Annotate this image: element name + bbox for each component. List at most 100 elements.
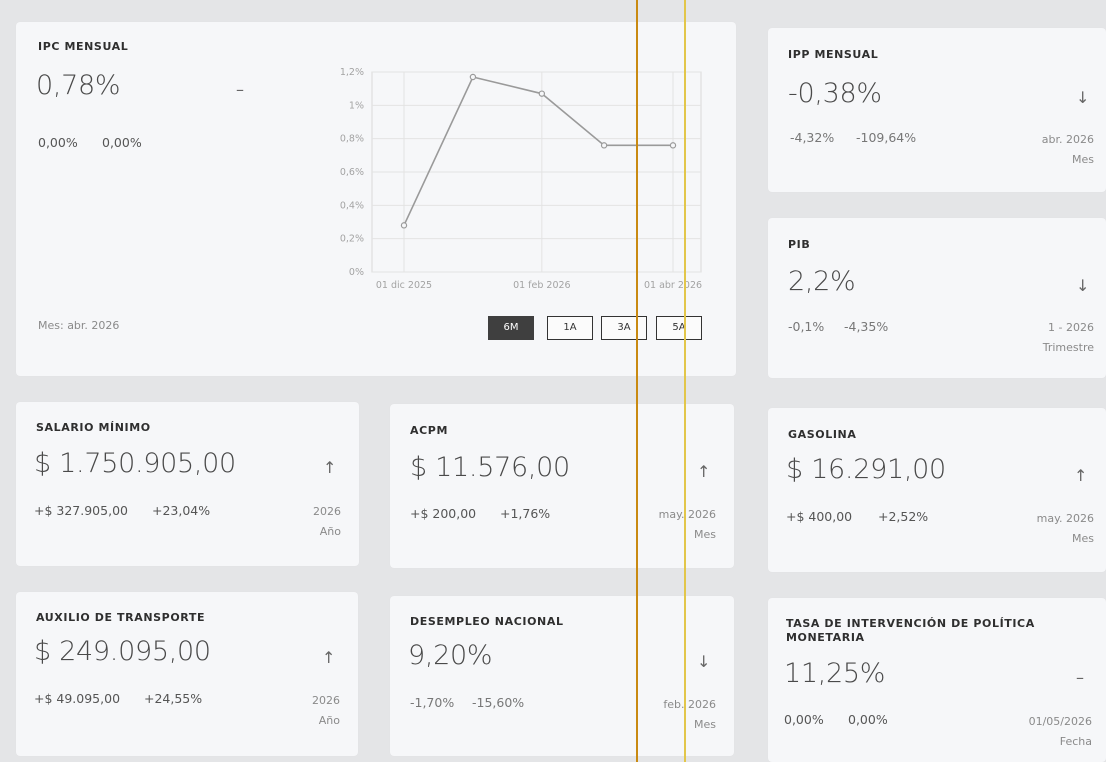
- salario-card: SALARIO MÍNIMO $ 1.750.905,00 ↑ +$ 327.9…: [16, 402, 359, 566]
- overlay-guide-line-yellow: [684, 0, 686, 762]
- chart-data-point[interactable]: [600, 142, 608, 149]
- pib-period-value: 1 - 2026: [1048, 321, 1094, 334]
- ipp-change-pct: -109,64%: [856, 130, 917, 145]
- tasa-change-abs: 0,00%: [784, 712, 824, 727]
- gasolina-period-value: may. 2026: [1036, 512, 1094, 525]
- tasa-change-pct: 0,00%: [848, 712, 888, 727]
- acpm-period: may. 2026 Mes: [659, 505, 716, 545]
- auxilio-value: $ 249.095,00: [34, 636, 211, 667]
- arrow-up-icon: ↑: [1074, 466, 1088, 485]
- pib-period-unit: Trimestre: [1042, 341, 1094, 354]
- chart-data-point[interactable]: [400, 222, 408, 229]
- ipc-period-footer: Mes: abr. 2026: [38, 319, 120, 332]
- gasolina-card: GASOLINA $ 16.291,00 ↑ +$ 400,00 +2,52% …: [768, 408, 1106, 572]
- tasa-period-value: 01/05/2026: [1028, 715, 1092, 728]
- gasolina-period-unit: Mes: [1072, 532, 1094, 545]
- ipp-value: -0,38%: [788, 78, 882, 109]
- ipp-change-abs: -4,32%: [790, 130, 835, 145]
- salario-change-abs: +$ 327.905,00: [34, 503, 128, 518]
- pib-value: 2,2%: [788, 266, 856, 297]
- arrow-up-icon: ↑: [697, 462, 711, 481]
- gasolina-change-abs: +$ 400,00: [786, 509, 853, 524]
- ipc-card: IPC MENSUAL 0,78% – 0,00% 0,00% Mes: abr…: [16, 22, 736, 376]
- desempleo-value: 9,20%: [408, 640, 493, 671]
- gasolina-period: may. 2026 Mes: [1037, 509, 1094, 549]
- ipp-period-unit: Mes: [1072, 153, 1094, 166]
- desempleo-title: DESEMPLEO NACIONAL: [410, 615, 564, 628]
- arrow-up-icon: ↑: [322, 648, 336, 667]
- desempleo-card: DESEMPLEO NACIONAL 9,20% ↓ -1,70% -15,60…: [390, 596, 734, 756]
- chart-y-tick-label: 0,8%: [340, 134, 364, 145]
- desempleo-period-unit: Mes: [694, 718, 716, 731]
- range-button-5a[interactable]: 5A: [656, 316, 702, 340]
- pib-change-abs: -0,1%: [788, 319, 825, 334]
- ipp-period-value: abr. 2026: [1041, 133, 1094, 146]
- pib-card: PIB 2,2% ↓ -0,1% -4,35% 1 - 2026 Trimest…: [768, 218, 1106, 378]
- chart-y-tick-label: 1%: [349, 100, 364, 111]
- arrow-down-icon: ↓: [1076, 88, 1090, 107]
- acpm-title: ACPM: [410, 424, 448, 437]
- chart-y-tick-label: 0,6%: [340, 167, 364, 178]
- salario-title: SALARIO MÍNIMO: [36, 421, 151, 434]
- auxilio-period-unit: Año: [318, 714, 340, 727]
- chart-y-tick-label: 0,2%: [340, 234, 364, 245]
- chart-data-point[interactable]: [469, 73, 477, 81]
- chart-x-tick-label: 01 feb 2026: [513, 280, 571, 291]
- gasolina-title: GASOLINA: [788, 428, 857, 441]
- tasa-card: TASA DE INTERVENCIÓN DE POLÍTICA MONETAR…: [768, 598, 1106, 762]
- desempleo-change-abs: -1,70%: [410, 695, 455, 710]
- auxilio-period-value: 2026: [312, 694, 340, 707]
- auxilio-period: 2026 Año: [312, 691, 340, 731]
- desempleo-period-value: feb. 2026: [663, 698, 716, 711]
- auxilio-card: AUXILIO DE TRANSPORTE $ 249.095,00 ↑ +$ …: [16, 592, 358, 756]
- ipc-change-abs: 0,00%: [38, 135, 78, 150]
- range-button-1a[interactable]: 1A: [547, 316, 593, 340]
- salario-period-value: 2026: [313, 505, 341, 518]
- chart-x-tick-label: 01 dic 2025: [376, 280, 432, 291]
- chart-y-tick-label: 0,4%: [340, 200, 364, 211]
- chart-x-tick-label: 01 abr 2026: [644, 280, 702, 291]
- gasolina-value: $ 16.291,00: [786, 454, 946, 485]
- ipp-card: IPP MENSUAL -0,38% ↓ -4,32% -109,64% abr…: [768, 28, 1106, 192]
- ipc-series-line: [403, 76, 673, 226]
- ipc-title: IPC MENSUAL: [38, 40, 129, 53]
- pib-period: 1 - 2026 Trimestre: [1043, 318, 1094, 358]
- ipc-trend-flat-icon: –: [236, 80, 244, 99]
- ipc-change-pct: 0,00%: [102, 135, 142, 150]
- chart-y-tick-label: 0%: [349, 267, 364, 278]
- range-button-6m[interactable]: 6M: [488, 316, 534, 340]
- salario-change-pct: +23,04%: [152, 503, 211, 518]
- overlay-guide-line-orange: [636, 0, 638, 762]
- gasolina-change-pct: +2,52%: [878, 509, 929, 524]
- desempleo-period: feb. 2026 Mes: [663, 695, 716, 735]
- salario-period: 2026 Año: [313, 502, 341, 542]
- chart-data-point[interactable]: [669, 142, 677, 149]
- tasa-title: TASA DE INTERVENCIÓN DE POLÍTICA MONETAR…: [786, 617, 1035, 644]
- ipp-period: abr. 2026 Mes: [1042, 130, 1094, 170]
- auxilio-change-pct: +24,55%: [144, 691, 203, 706]
- acpm-change-abs: +$ 200,00: [410, 506, 477, 521]
- acpm-value: $ 11.576,00: [410, 452, 570, 483]
- tasa-trend-flat-icon: –: [1076, 668, 1084, 687]
- acpm-change-pct: +1,76%: [500, 506, 551, 521]
- salario-period-unit: Año: [319, 525, 341, 538]
- arrow-down-icon: ↓: [1076, 276, 1090, 295]
- chart-data-point[interactable]: [538, 90, 546, 97]
- acpm-card: ACPM $ 11.576,00 ↑ +$ 200,00 +1,76% may.…: [390, 404, 734, 568]
- chart-y-tick-label: 1,2%: [340, 67, 364, 78]
- arrow-up-icon: ↑: [323, 458, 337, 477]
- tasa-value: 11,25%: [784, 658, 886, 689]
- arrow-down-icon: ↓: [697, 652, 711, 671]
- range-button-3a[interactable]: 3A: [601, 316, 647, 340]
- auxilio-title: AUXILIO DE TRANSPORTE: [36, 611, 206, 624]
- tasa-period: 01/05/2026 Fecha: [1029, 712, 1092, 752]
- desempleo-change-pct: -15,60%: [472, 695, 525, 710]
- ipc-value: 0,78%: [36, 70, 121, 101]
- pib-title: PIB: [788, 238, 811, 251]
- ipc-line-chart: 0% 0,2% 0,4% 0,6% 0,8% 1% 1,2% 01 dic 2025 01 f…: [340, 67, 702, 291]
- ipp-title: IPP MENSUAL: [788, 48, 879, 61]
- acpm-period-unit: Mes: [694, 528, 716, 541]
- acpm-period-value: may. 2026: [658, 508, 716, 521]
- salario-value: $ 1.750.905,00: [34, 448, 236, 479]
- tasa-period-unit: Fecha: [1059, 735, 1092, 748]
